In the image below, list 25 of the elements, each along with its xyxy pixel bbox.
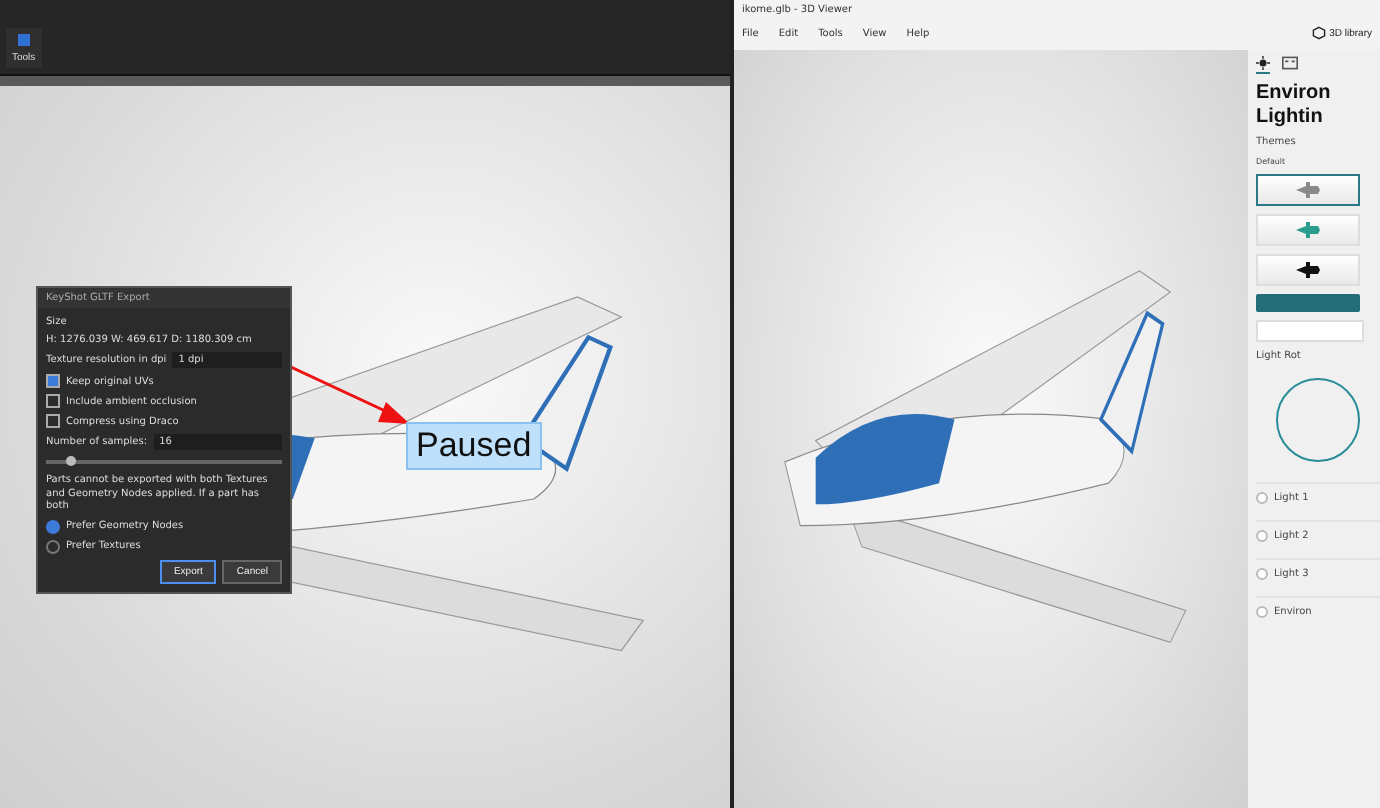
paused-label: Paused (406, 422, 542, 470)
checkbox[interactable] (46, 374, 60, 388)
checkbox[interactable] (46, 394, 60, 408)
light-radio[interactable] (1256, 606, 1268, 618)
light-radio[interactable] (1256, 530, 1268, 542)
airplane-icon (1294, 222, 1322, 238)
blank-field[interactable] (1256, 320, 1364, 342)
theme-thumbnail[interactable] (1256, 174, 1360, 206)
cube-icon (1311, 26, 1326, 40)
radio-button[interactable] (46, 519, 60, 533)
panel-heading: Lightin (1256, 105, 1323, 127)
rotation-dial[interactable] (1276, 378, 1360, 462)
checkbox[interactable] (46, 414, 60, 428)
airplane-icon (1294, 182, 1322, 198)
panel-icon (1282, 56, 1298, 70)
light-radio[interactable] (1256, 492, 1268, 504)
slider-thumb[interactable] (65, 456, 76, 466)
light-radio[interactable] (1256, 568, 1268, 580)
sidebar-tab[interactable] (1282, 56, 1298, 74)
sun-icon (1256, 56, 1270, 70)
airplane-icon (1294, 262, 1322, 278)
tools-icon (15, 32, 32, 48)
sidebar-tab[interactable] (1256, 56, 1270, 74)
panel-heading: Environ (1256, 82, 1331, 104)
radio-button[interactable] (46, 539, 60, 553)
